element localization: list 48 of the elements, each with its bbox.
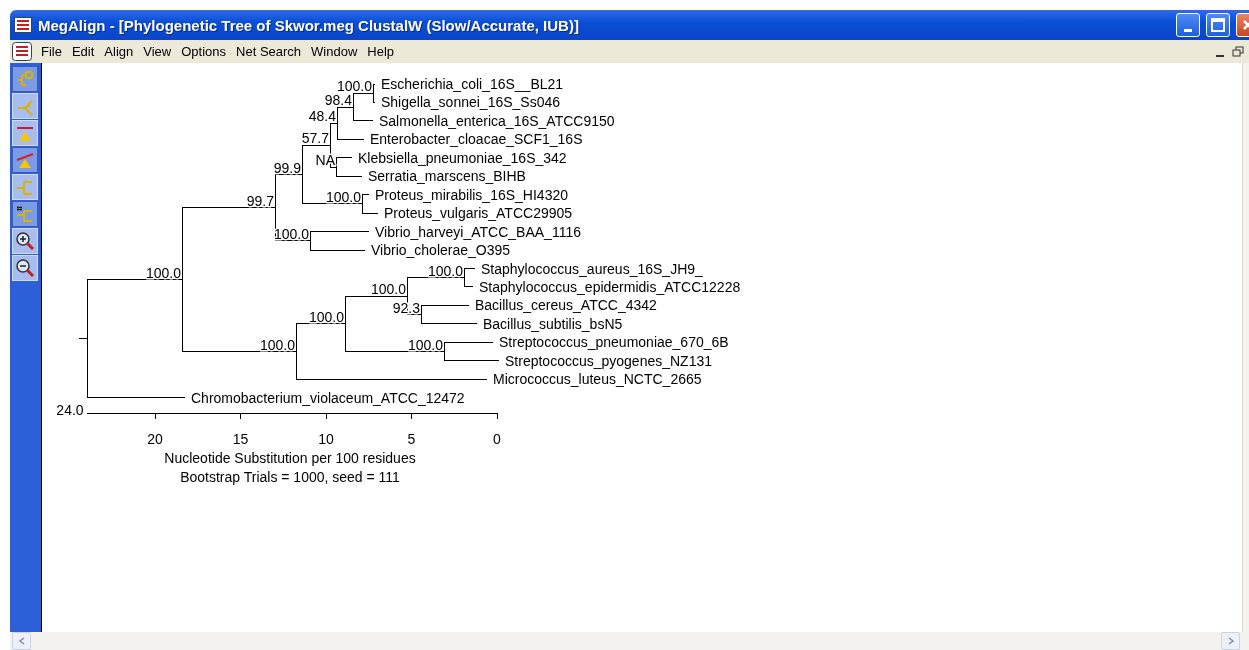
taxon-label: Proteus_vulgaris_ATCC29905: [384, 205, 573, 222]
menu-item[interactable]: Window: [306, 44, 363, 59]
bootstrap-note: Bootstrap Trials = 1000, seed = 111: [180, 469, 400, 485]
menu-item[interactable]: Align: [99, 44, 139, 59]
axis-title: Nucleotide Substitution per 100 residues: [164, 450, 416, 466]
taxon-label: Bacillus_subtilis_bsN5: [483, 315, 623, 332]
menu-item[interactable]: View: [138, 44, 177, 59]
taxon-label: Micrococcus_luteus_NCTC_2665: [493, 371, 702, 388]
taxon-label: Vibrio_cholerae_O395: [371, 242, 511, 259]
menu-item[interactable]: Net Search: [231, 44, 307, 59]
taxon-label: Enterobacter_cloacae_SCF1_16S: [370, 131, 583, 148]
taxon-label: Proteus_mirabilis_16S_HI4320: [375, 186, 568, 203]
taxon-label: Vibrio_harveyi_ATCC_BAA_1116: [375, 223, 581, 240]
window-title: MegAlign - [Phylogenetic Tree of Skwor.meg ClustalW (Slow/Accurate, IUB)]: [38, 16, 580, 34]
taxon-label: Escherichia_coli_16S__BL21: [381, 76, 564, 92]
bootstrap-value: 100.0: [427, 262, 463, 279]
taxon-label: Klebsiella_pneumoniae_16S_342: [358, 149, 567, 166]
bootstrap-value: 100.0: [145, 264, 181, 281]
menu-item[interactable]: Options: [176, 44, 232, 59]
bootstrap-value: 100.0: [308, 308, 344, 325]
tick-label: 10: [318, 431, 334, 447]
tick-label: 15: [232, 431, 249, 447]
taxon-label: Streptococcus_pneumoniae_670_6B: [499, 334, 729, 351]
bootstrap-value: 48.4: [308, 108, 336, 125]
tick-label: 0: [493, 431, 501, 447]
bootstrap-value: 99.9: [273, 159, 301, 176]
taxon-label: Staphylococcus_aureus_16S_JH9_: [481, 260, 703, 277]
bootstrap-value: 100.0: [407, 336, 443, 353]
bootstrap-value: 100.0: [370, 281, 406, 298]
taxon-label: Staphylococcus_epidermidis_ATCC12228: [479, 278, 741, 295]
menu-item[interactable]: File: [36, 44, 67, 59]
taxon-label: Bacillus_cereus_ATCC_4342: [475, 297, 657, 314]
bootstrap-value: 57.7: [301, 130, 329, 147]
taxon-label: Chromobacterium_violaceum_ATCC_12472: [191, 389, 465, 406]
taxon-label: Salmonella_enterica_16S_ATCC9150: [379, 112, 615, 129]
taxon-label: Shigella_sonnei_16S_Ss046: [381, 94, 561, 111]
tick-label: 20: [147, 431, 163, 447]
taxon-label: Streptococcus_pyogenes_NZ131: [505, 352, 713, 369]
bootstrap-value: 98.4: [324, 92, 352, 109]
bootstrap-value: 99.7: [246, 192, 274, 209]
menu-item[interactable]: Help: [362, 44, 400, 59]
menu-item[interactable]: Edit: [66, 44, 100, 59]
axis-max-label: 24.0: [56, 402, 84, 418]
bootstrap-value: 100.0: [325, 188, 361, 205]
bootstrap-value: 100.0: [336, 78, 372, 95]
taxon-label: Serratia_marscens_BIHB: [368, 168, 526, 185]
tick-label: 5: [407, 431, 416, 447]
bootstrap-value: 100.0: [259, 336, 295, 353]
